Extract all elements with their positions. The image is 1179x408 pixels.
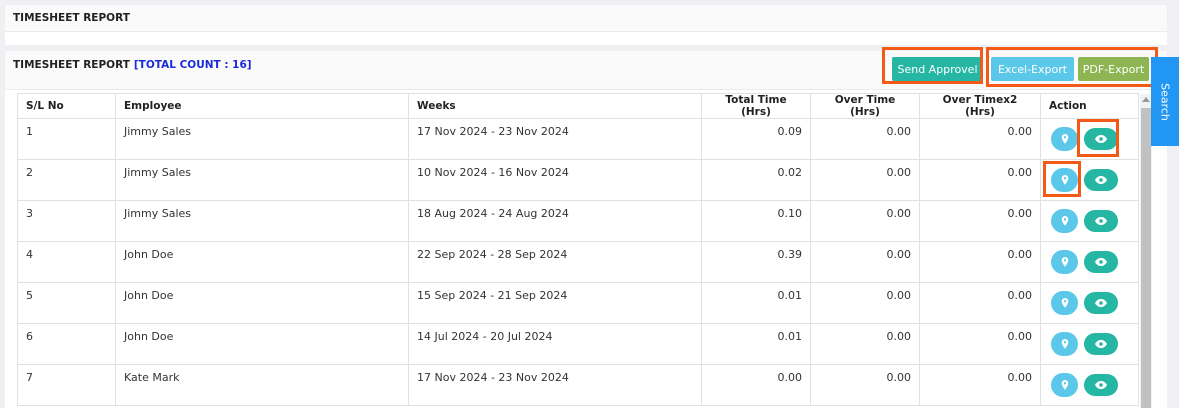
location-button[interactable] <box>1051 373 1078 397</box>
over-timex2-cell: 0.00 <box>919 323 1041 365</box>
employee-cell: John Doe <box>115 282 409 324</box>
report-title-text: TIMESHEET REPORT <box>13 59 130 71</box>
over-time-cell: 0.00 <box>810 118 920 160</box>
sl-cell: 4 <box>17 241 116 283</box>
over-time-cell: 0.00 <box>810 159 920 201</box>
total-time-cell: 0.09 <box>701 118 811 160</box>
location-button[interactable] <box>1051 250 1078 274</box>
view-button[interactable] <box>1084 374 1118 396</box>
over-timex2-cell: 0.00 <box>919 200 1041 242</box>
over-time-cell: 0.00 <box>810 323 920 365</box>
total-time-cell: 0.10 <box>701 200 811 242</box>
column-header: S/L No <box>17 93 116 119</box>
timesheet-report-panel: TIMESHEET REPORT <box>5 5 1167 45</box>
search-tab-label: Search <box>1158 82 1172 121</box>
total-time-cell: 0.01 <box>701 323 811 365</box>
employee-cell: Kate Mark <box>115 364 409 406</box>
weeks-cell: 10 Nov 2024 - 16 Nov 2024 <box>408 159 702 201</box>
sl-cell: 3 <box>17 200 116 242</box>
sl-cell: 2 <box>17 159 116 201</box>
total-time-cell: 0.00 <box>701 364 811 406</box>
action-cell <box>1040 364 1139 406</box>
column-header: Over Time (Hrs) <box>810 93 920 119</box>
over-timex2-cell: 0.00 <box>919 282 1041 324</box>
over-time-cell: 0.00 <box>810 200 920 242</box>
table-row: 5 John Doe 15 Sep 2024 - 21 Sep 2024 0.01 0.… <box>17 282 1139 324</box>
location-button[interactable] <box>1051 168 1078 192</box>
timesheet-table: S/L No Employee Weeks Total Time (Hrs) Over … <box>17 93 1139 406</box>
over-timex2-cell: 0.00 <box>919 241 1041 283</box>
action-cell <box>1040 323 1139 365</box>
over-time-cell: 0.00 <box>810 241 920 283</box>
weeks-cell: 17 Nov 2024 - 23 Nov 2024 <box>408 364 702 406</box>
sl-cell: 5 <box>17 282 116 324</box>
action-cell <box>1040 200 1139 242</box>
location-button[interactable] <box>1051 209 1078 233</box>
sl-cell: 7 <box>17 364 116 406</box>
over-timex2-cell: 0.00 <box>919 159 1041 201</box>
employee-cell: John Doe <box>115 323 409 365</box>
total-time-cell: 0.01 <box>701 282 811 324</box>
weeks-cell: 15 Sep 2024 - 21 Sep 2024 <box>408 282 702 324</box>
weeks-cell: 18 Aug 2024 - 24 Aug 2024 <box>408 200 702 242</box>
action-cell <box>1040 282 1139 324</box>
report-header: TIMESHEET REPORT [TOTAL COUNT : 16] Send … <box>5 51 1167 90</box>
sl-cell: 1 <box>17 118 116 160</box>
excel-export-button[interactable]: Excel-Export <box>991 57 1074 81</box>
view-button[interactable] <box>1084 251 1118 273</box>
employee-cell: Jimmy Sales <box>115 118 409 160</box>
table-row: 3 Jimmy Sales 18 Aug 2024 - 24 Aug 2024 0.1… <box>17 200 1139 242</box>
column-header: Employee <box>115 93 409 119</box>
column-header: Action <box>1040 93 1139 119</box>
table-row: 6 John Doe 14 Jul 2024 - 20 Jul 2024 0.01 0.… <box>17 323 1139 365</box>
table-row: 7 Kate Mark 17 Nov 2024 - 23 Nov 2024 0.00 0… <box>17 364 1139 406</box>
column-header: Weeks <box>408 93 702 119</box>
report-panel: TIMESHEET REPORT [TOTAL COUNT : 16] Send … <box>5 51 1167 408</box>
action-cell <box>1040 159 1139 201</box>
employee-cell: John Doe <box>115 241 409 283</box>
action-cell <box>1040 118 1139 160</box>
page-title: TIMESHEET REPORT <box>5 5 1167 32</box>
weeks-cell: 17 Nov 2024 - 23 Nov 2024 <box>408 118 702 160</box>
view-button[interactable] <box>1084 333 1118 355</box>
weeks-cell: 14 Jul 2024 - 20 Jul 2024 <box>408 323 702 365</box>
over-time-cell: 0.00 <box>810 282 920 324</box>
table-row: 4 John Doe 22 Sep 2024 - 28 Sep 2024 0.39 0.… <box>17 241 1139 283</box>
table-header-row: S/L No Employee Weeks Total Time (Hrs) Over … <box>17 93 1139 119</box>
report-title: TIMESHEET REPORT [TOTAL COUNT : 16] <box>13 59 252 71</box>
view-button[interactable] <box>1084 292 1118 314</box>
location-button[interactable] <box>1051 291 1078 315</box>
over-time-cell: 0.00 <box>810 364 920 406</box>
table-row: 2 Jimmy Sales 10 Nov 2024 - 16 Nov 2024 0.0… <box>17 159 1139 201</box>
total-time-cell: 0.39 <box>701 241 811 283</box>
pdf-export-button[interactable]: PDF-Export <box>1078 57 1149 81</box>
location-button[interactable] <box>1051 332 1078 356</box>
sl-cell: 6 <box>17 323 116 365</box>
action-cell <box>1040 241 1139 283</box>
scroll-up-arrow-icon[interactable] <box>1142 97 1150 102</box>
view-button[interactable] <box>1084 128 1118 150</box>
send-approval-button[interactable]: Send Approvel <box>892 57 983 81</box>
column-header: Over Timex2 (Hrs) <box>919 93 1041 119</box>
location-button[interactable] <box>1051 127 1078 151</box>
employee-cell: Jimmy Sales <box>115 200 409 242</box>
view-button[interactable] <box>1084 210 1118 232</box>
over-timex2-cell: 0.00 <box>919 364 1041 406</box>
table-row: 1 Jimmy Sales 17 Nov 2024 - 23 Nov 2024 0.0… <box>17 118 1139 160</box>
column-header: Total Time (Hrs) <box>701 93 811 119</box>
employee-cell: Jimmy Sales <box>115 159 409 201</box>
view-button[interactable] <box>1084 169 1118 191</box>
total-time-cell: 0.02 <box>701 159 811 201</box>
search-side-tab[interactable]: Search <box>1151 57 1179 146</box>
weeks-cell: 22 Sep 2024 - 28 Sep 2024 <box>408 241 702 283</box>
total-count: [TOTAL COUNT : 16] <box>133 59 252 71</box>
over-timex2-cell: 0.00 <box>919 118 1041 160</box>
scrollbar-thumb[interactable] <box>1141 108 1151 408</box>
